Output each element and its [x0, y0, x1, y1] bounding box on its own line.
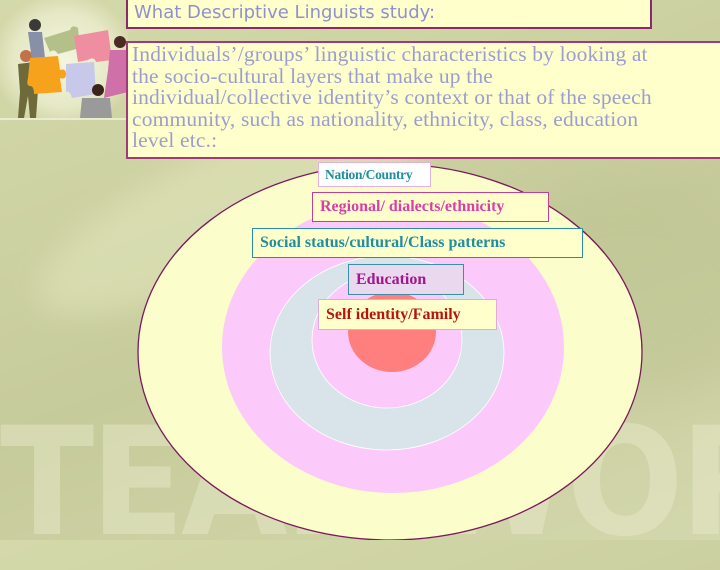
layer-label-nation: Nation/Country	[318, 162, 431, 187]
layer-label-education-text: Education	[356, 270, 427, 288]
layer-label-regional: Regional/ dialects/ethnicity	[312, 192, 549, 222]
layer-label-regional-text: Regional/ dialects/ethnicity	[320, 198, 505, 215]
layer-label-social-text: Social status/cultural/Class patterns	[260, 234, 506, 251]
layer-label-social: Social status/cultural/Class patterns	[252, 228, 583, 258]
layer-label-self-text: Self identity/Family	[326, 305, 461, 323]
layer-label-self: Self identity/Family	[318, 299, 497, 330]
layer-label-nation-text: Nation/Country	[325, 166, 413, 182]
layer-label-education: Education	[348, 264, 464, 295]
